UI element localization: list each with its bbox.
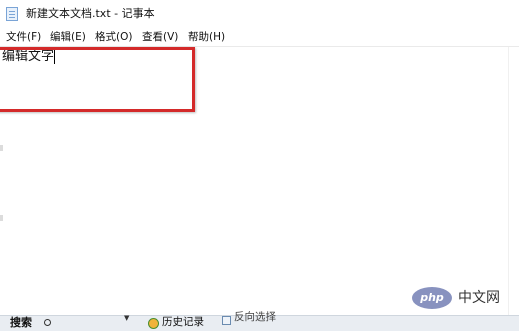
reverse-selection-icon[interactable]	[222, 316, 231, 325]
menu-view[interactable]: 查看(V)	[142, 30, 178, 44]
search-label[interactable]: 搜索	[10, 315, 32, 330]
notepad-icon	[6, 7, 18, 21]
menu-bar: 文件(F) 编辑(E) 格式(O) 查看(V) 帮助(H)	[0, 28, 519, 46]
highlight-box	[0, 47, 195, 112]
menu-file[interactable]: 文件(F)	[6, 30, 41, 44]
history-icon[interactable]	[148, 318, 159, 329]
reverse-selection-button[interactable]: 反向选择	[234, 311, 276, 323]
search-icon[interactable]	[44, 319, 51, 326]
text-editor[interactable]: 编辑文字	[0, 47, 519, 315]
edge-mark	[0, 145, 3, 151]
title-bar: 新建文本文档.txt - 记事本	[0, 0, 519, 28]
menu-edit[interactable]: 编辑(E)	[50, 30, 86, 44]
menu-help[interactable]: 帮助(H)	[188, 30, 225, 44]
window-title: 新建文本文档.txt - 记事本	[26, 7, 155, 20]
editor-edge	[508, 47, 509, 315]
dropdown-arrow-icon[interactable]: ▼	[124, 314, 129, 322]
php-logo-icon: php	[412, 287, 452, 309]
history-button[interactable]: 历史记录	[162, 315, 204, 330]
watermark-site-text: 中文网	[458, 290, 500, 306]
edge-mark	[0, 215, 3, 221]
menu-format[interactable]: 格式(O)	[95, 30, 132, 44]
